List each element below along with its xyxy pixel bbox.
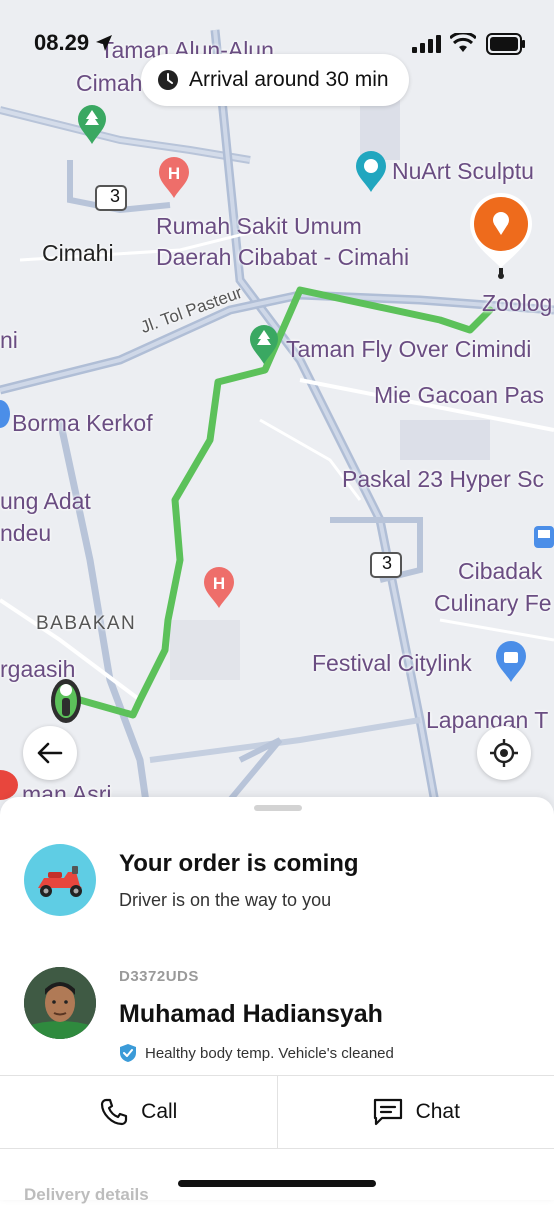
chat-icon — [372, 1097, 404, 1127]
transit-icon — [534, 526, 554, 548]
arrow-left-icon — [37, 742, 63, 764]
map-label-babakan: BABAKAN — [36, 613, 136, 635]
order-status-subtitle: Driver is on the way to you — [119, 890, 331, 911]
shopping-pin-icon[interactable] — [0, 400, 10, 430]
location-arrow-icon — [95, 34, 113, 52]
recenter-location-button[interactable] — [477, 726, 531, 780]
map-label-lapangan: Lapangan T — [426, 707, 548, 734]
back-button[interactable] — [23, 726, 77, 780]
destination-pin-icon[interactable] — [466, 190, 536, 282]
order-bottom-sheet: Your order is coming Driver is on the wa… — [0, 797, 554, 1200]
road-shield-3: 3 — [382, 553, 392, 574]
call-button-label: Call — [141, 1100, 177, 1124]
status-time: 08.29 — [34, 30, 113, 56]
hospital-pin-icon[interactable]: H — [202, 566, 236, 608]
svg-text:H: H — [213, 574, 225, 593]
map-label-ndeu: ndeu — [0, 520, 51, 547]
wifi-icon — [450, 33, 476, 53]
shopping-pin-icon[interactable] — [494, 640, 528, 682]
phone-icon — [99, 1097, 129, 1127]
status-time-text: 08.29 — [34, 30, 89, 55]
road-shield-3: 3 — [110, 186, 120, 207]
art-pin-icon[interactable] — [354, 150, 388, 192]
driver-avatar — [24, 967, 96, 1039]
vehicle-plate: D3372UDS — [119, 968, 199, 985]
map-label-zoolog: Zoolog — [482, 290, 552, 317]
battery-icon — [486, 33, 526, 55]
svg-text:H: H — [168, 164, 180, 183]
status-bar: 08.29 — [0, 0, 554, 60]
arrival-eta-text: Arrival around 30 min — [189, 68, 389, 92]
map-label-cibadak: Cibadak — [458, 558, 542, 585]
map-label-borma: Borma Kerkof — [12, 410, 153, 437]
hospital-pin-icon[interactable]: H — [157, 156, 191, 198]
crosshair-icon — [489, 738, 519, 768]
sheet-drag-handle[interactable] — [254, 805, 302, 811]
arrival-eta-pill: Arrival around 30 min — [141, 54, 409, 106]
park-pin-icon[interactable] — [76, 104, 108, 144]
chat-button-label: Chat — [416, 1100, 460, 1124]
map-view[interactable]: 3 3 Taman Alun-Alun Cimahi NuArt Sculptu… — [0, 0, 554, 830]
shield-check-icon — [119, 1043, 137, 1063]
order-status-title: Your order is coming — [119, 850, 359, 878]
map-label-ung-adat: ung Adat — [0, 488, 91, 515]
health-note-text: Healthy body temp. Vehicle's cleaned — [145, 1045, 394, 1062]
pin-icon — [0, 770, 18, 800]
map-label-rumah-sakit: Rumah Sakit Umum Daerah Cibabat - Cimahi — [156, 211, 409, 273]
map-label-paskal: Paskal 23 Hyper Sc — [342, 466, 544, 493]
map-label-taman-fly: Taman Fly Over Cimindi — [286, 336, 531, 363]
map-label-festival: Festival Citylink — [312, 650, 472, 677]
health-badge: Healthy body temp. Vehicle's cleaned — [119, 1043, 394, 1063]
map-label-ni: ni — [0, 327, 18, 354]
clock-icon — [157, 69, 179, 91]
scooter-icon — [24, 844, 96, 916]
contact-actions: Call Chat — [0, 1075, 554, 1149]
park-pin-icon[interactable] — [248, 324, 280, 364]
call-button[interactable]: Call — [0, 1076, 277, 1148]
driver-scooter-icon[interactable] — [48, 676, 84, 726]
driver-name: Muhamad Hadiansyah — [119, 1000, 383, 1029]
driver-photo — [24, 967, 96, 1039]
home-indicator[interactable] — [178, 1180, 376, 1187]
map-label-cimahi-top: Cimahi — [76, 70, 148, 97]
delivery-details-heading[interactable]: Delivery details — [24, 1185, 149, 1205]
map-label-mie-gacoan: Mie Gacoan Pas — [374, 382, 544, 409]
chat-button[interactable]: Chat — [277, 1076, 554, 1148]
order-status-avatar — [24, 844, 96, 916]
map-label-cimahi: Cimahi — [42, 240, 114, 267]
map-label-culinary: Culinary Fe — [434, 590, 552, 617]
signal-icon — [412, 35, 442, 53]
map-label-nuart: NuArt Sculptu — [392, 158, 534, 185]
